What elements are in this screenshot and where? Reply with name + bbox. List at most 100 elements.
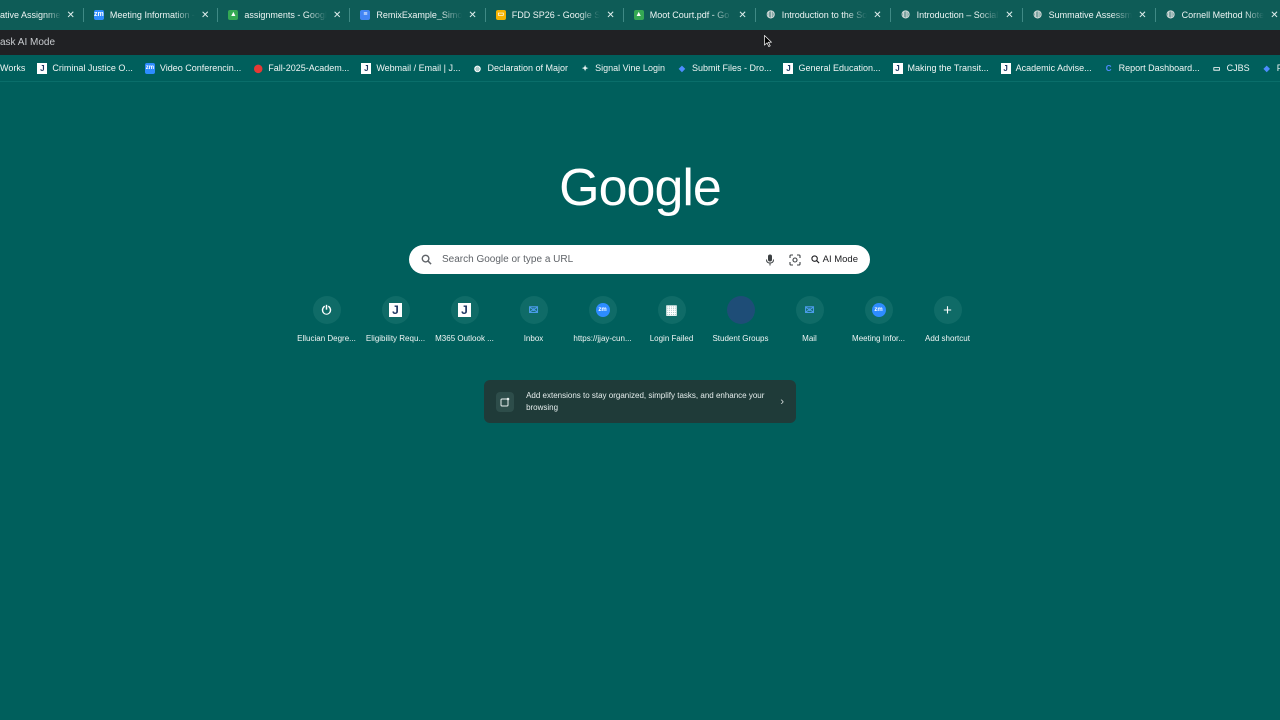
ai-mode-button[interactable]: AI Mode xyxy=(810,254,858,265)
extensions-promo-text: Add extensions to stay organized, simpli… xyxy=(526,390,765,412)
drive-icon: ▲ xyxy=(228,10,239,20)
omnibox-bar[interactable]: ask AI Mode xyxy=(0,30,1280,55)
bookmark-label: Report Dashboard... xyxy=(1118,63,1200,73)
shortcut-tile[interactable]: ⏻ Ellucian Degre... xyxy=(292,296,361,352)
j-icon: J xyxy=(1000,62,1011,74)
slides-icon: ▭ xyxy=(495,10,506,20)
tab-title: Introduction to the So xyxy=(781,10,868,20)
close-icon[interactable]: ✕ xyxy=(201,10,209,21)
search-box[interactable]: AI Mode xyxy=(409,245,870,274)
browser-tab[interactable]: ◍ Summative Assessm ✕ xyxy=(1023,0,1155,30)
close-icon[interactable]: ✕ xyxy=(468,10,476,21)
bookmark-item[interactable]: ⬤ Fall-2025-Academ... xyxy=(247,63,355,74)
browser-tab[interactable]: ative Assignme ✕ xyxy=(0,0,83,30)
extensions-promo-card[interactable]: Add extensions to stay organized, simpli… xyxy=(484,380,796,423)
shortcut-tile[interactable]: ✉ Mail xyxy=(775,296,844,352)
browser-tab[interactable]: ◍ Introduction – Social ✕ xyxy=(891,0,1022,30)
bookmark-item[interactable]: J Making the Transit... xyxy=(887,62,995,74)
browser-tab[interactable]: ◍ Cornell Method Note ✕ xyxy=(1156,0,1280,30)
bookmark-item[interactable]: J General Education... xyxy=(777,62,886,74)
j-icon: J xyxy=(892,62,903,74)
blank-icon xyxy=(726,296,755,324)
pdf-icon: ⬤ xyxy=(253,63,263,73)
bookmarks-bar: Works J Criminal Justice O... zm Video Confe… xyxy=(0,55,1280,82)
bookmark-item[interactable]: ✦ Signal Vine Login xyxy=(574,63,671,74)
shortcut-tile[interactable]: J Eligibility Requ... xyxy=(361,296,430,352)
bookmark-item[interactable]: ▭ CJBS xyxy=(1206,63,1256,74)
bookmark-label: Webmail / Email | J... xyxy=(376,63,461,73)
power-icon: ⏻ xyxy=(312,296,341,324)
tab-strip: ative Assignme ✕ zm Meeting Information - ✕ ▲… xyxy=(0,0,1280,30)
close-icon[interactable]: ✕ xyxy=(873,10,881,21)
globe-icon: ◍ xyxy=(901,9,911,20)
chevron-right-icon: › xyxy=(780,395,784,408)
shortcut-tile[interactable]: zm https://jjay-cun... xyxy=(568,296,637,352)
bookmark-item[interactable]: zm Video Conferencin... xyxy=(139,62,247,74)
close-icon[interactable]: ✕ xyxy=(1270,10,1278,21)
bookmark-item[interactable]: Works xyxy=(0,63,31,73)
shortcut-label: Add shortcut xyxy=(925,334,970,343)
shortcuts-grid: ⏻ Ellucian Degre... J Eligibility Requ... J M… xyxy=(292,296,992,352)
close-icon[interactable]: ✕ xyxy=(1138,10,1146,21)
browser-tab[interactable]: ≡ RemixExample_Simo ✕ xyxy=(350,0,484,30)
tab-title: RemixExample_Simo xyxy=(376,10,463,20)
bookmark-item[interactable]: J Academic Advise... xyxy=(995,62,1098,74)
close-icon[interactable]: ✕ xyxy=(333,10,341,21)
ai-mode-label: AI Mode xyxy=(822,254,858,265)
shortcut-label: Ellucian Degre... xyxy=(297,334,356,343)
omnibox-text[interactable]: ask AI Mode xyxy=(0,37,55,48)
j-icon: J xyxy=(37,62,48,74)
globe-icon: ◍ xyxy=(766,9,776,20)
bookmark-label: Criminal Justice O... xyxy=(52,63,133,73)
bookmark-item[interactable]: C Report Dashboard... xyxy=(1098,63,1206,74)
microphone-icon[interactable] xyxy=(765,254,775,266)
tab-title: FDD SP26 - Google S xyxy=(511,10,601,20)
tab-title: Moot Court.pdf - Go xyxy=(649,10,730,20)
shortcut-label: Inbox xyxy=(523,334,544,343)
browser-tab[interactable]: ▲ assignments - Googl ✕ xyxy=(218,0,349,30)
tab-title: Cornell Method Note xyxy=(1181,10,1265,20)
search-input[interactable] xyxy=(440,253,765,266)
bookmark-item[interactable]: J Webmail / Email | J... xyxy=(355,62,466,74)
shortcut-tile[interactable]: zm Meeting Infor... xyxy=(844,296,913,352)
google-logo: Google xyxy=(559,159,722,217)
zoom-icon: zm xyxy=(93,10,104,20)
browser-tab[interactable]: ◍ Introduction to the So ✕ xyxy=(756,0,890,30)
globe-icon: ◍ xyxy=(474,63,481,73)
folder-icon: ▭ xyxy=(1212,63,1221,73)
bookmark-item[interactable]: ◍ Declaration of Major xyxy=(467,63,575,74)
shortcut-tile[interactable]: ▦ Login Failed xyxy=(637,296,706,352)
shortcut-tile[interactable]: Student Groups xyxy=(706,296,775,352)
bookmark-item[interactable]: J Criminal Justice O... xyxy=(31,62,139,74)
shortcut-tile[interactable]: J M365 Outlook ... xyxy=(430,296,499,352)
shortcut-tile[interactable]: ✉ Inbox xyxy=(499,296,568,352)
globe-icon: ◍ xyxy=(1033,9,1043,20)
tab-title: assignments - Googl xyxy=(244,10,327,20)
add-shortcut-button[interactable]: + Add shortcut xyxy=(913,296,982,352)
docs-icon: ≡ xyxy=(360,10,371,20)
bookmark-label: General Education... xyxy=(798,63,881,73)
bookmark-item[interactable]: ◆F23_Gra xyxy=(1256,63,1280,74)
close-icon[interactable]: ✕ xyxy=(606,10,614,21)
tab-title: Meeting Information - xyxy=(109,10,195,20)
shortcut-label: M365 Outlook ... xyxy=(435,334,494,343)
camera-lens-icon[interactable] xyxy=(789,253,801,266)
bookmark-item[interactable]: ◆ Submit Files - Dro... xyxy=(671,63,778,74)
shortcut-label: Student Groups xyxy=(712,334,769,343)
plus-icon: + xyxy=(933,296,962,324)
browser-tab[interactable]: ▭ FDD SP26 - Google S ✕ xyxy=(486,0,623,30)
shortcut-label: Mail xyxy=(802,334,817,343)
j-icon: J xyxy=(450,296,479,324)
browser-tab[interactable]: zm Meeting Information - ✕ xyxy=(84,0,217,30)
close-icon[interactable]: ✕ xyxy=(738,10,746,21)
c-icon: C xyxy=(1105,63,1112,73)
tab-title: Introduction – Social xyxy=(916,10,999,20)
close-icon[interactable]: ✕ xyxy=(1005,10,1013,21)
close-icon[interactable]: ✕ xyxy=(67,10,75,21)
j-icon: J xyxy=(381,296,410,324)
ai-mode-icon xyxy=(810,255,820,264)
bookmark-label: Academic Advise... xyxy=(1015,63,1092,73)
browser-tab[interactable]: ▲ Moot Court.pdf - Go ✕ xyxy=(624,0,755,30)
shortcut-label: Eligibility Requ... xyxy=(365,334,426,343)
shortcut-label: Login Failed xyxy=(649,334,694,343)
